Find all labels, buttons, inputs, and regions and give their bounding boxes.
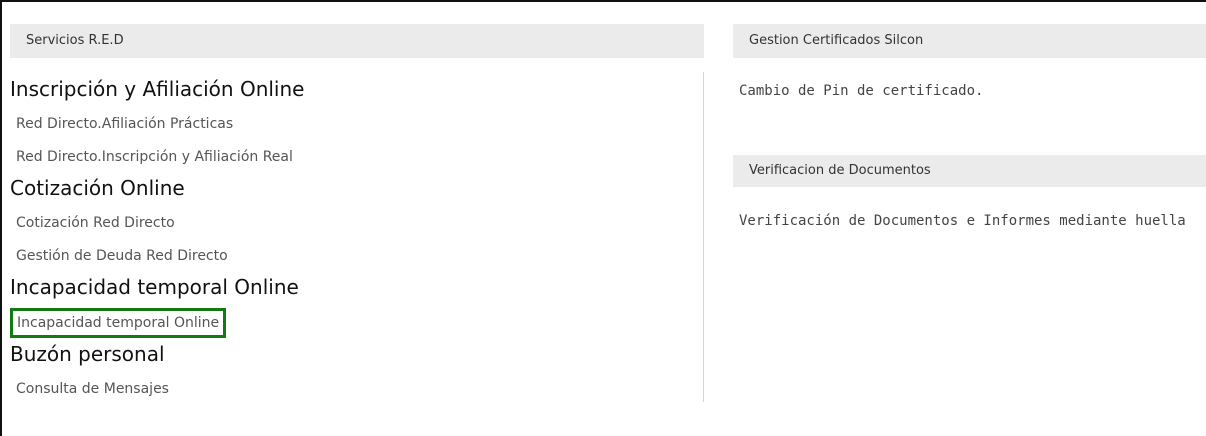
link-cotizacion-red-directo[interactable]: Cotización Red Directo (16, 213, 175, 233)
servicios-red-header: Servicios R.E.D (10, 24, 704, 58)
link-inscripcion-afiliacion-real[interactable]: Red Directo.Inscripción y Afiliación Rea… (16, 147, 293, 167)
verificacion-header: Verificacion de Documentos (733, 155, 1206, 187)
link-afiliacion-practicas[interactable]: Red Directo.Afiliación Prácticas (16, 114, 233, 134)
link-incapacidad-temporal-online[interactable]: Incapacidad temporal Online (10, 308, 227, 338)
section-title-inscripcion: Inscripción y Afiliación Online (10, 77, 305, 101)
section-title-cotizacion: Cotización Online (10, 176, 185, 200)
link-cambio-pin[interactable]: Cambio de Pin de certificado. (739, 81, 983, 101)
section-title-buzon: Buzón personal (10, 342, 165, 366)
section-title-incapacidad: Incapacidad temporal Online (10, 275, 299, 299)
link-verificacion-documentos[interactable]: Verificación de Documentos e Informes me… (739, 211, 1186, 231)
link-gestion-deuda[interactable]: Gestión de Deuda Red Directo (16, 246, 228, 266)
certificados-header: Gestion Certificados Silcon (733, 24, 1206, 58)
link-consulta-mensajes[interactable]: Consulta de Mensajes (16, 379, 169, 399)
column-divider (703, 72, 704, 402)
